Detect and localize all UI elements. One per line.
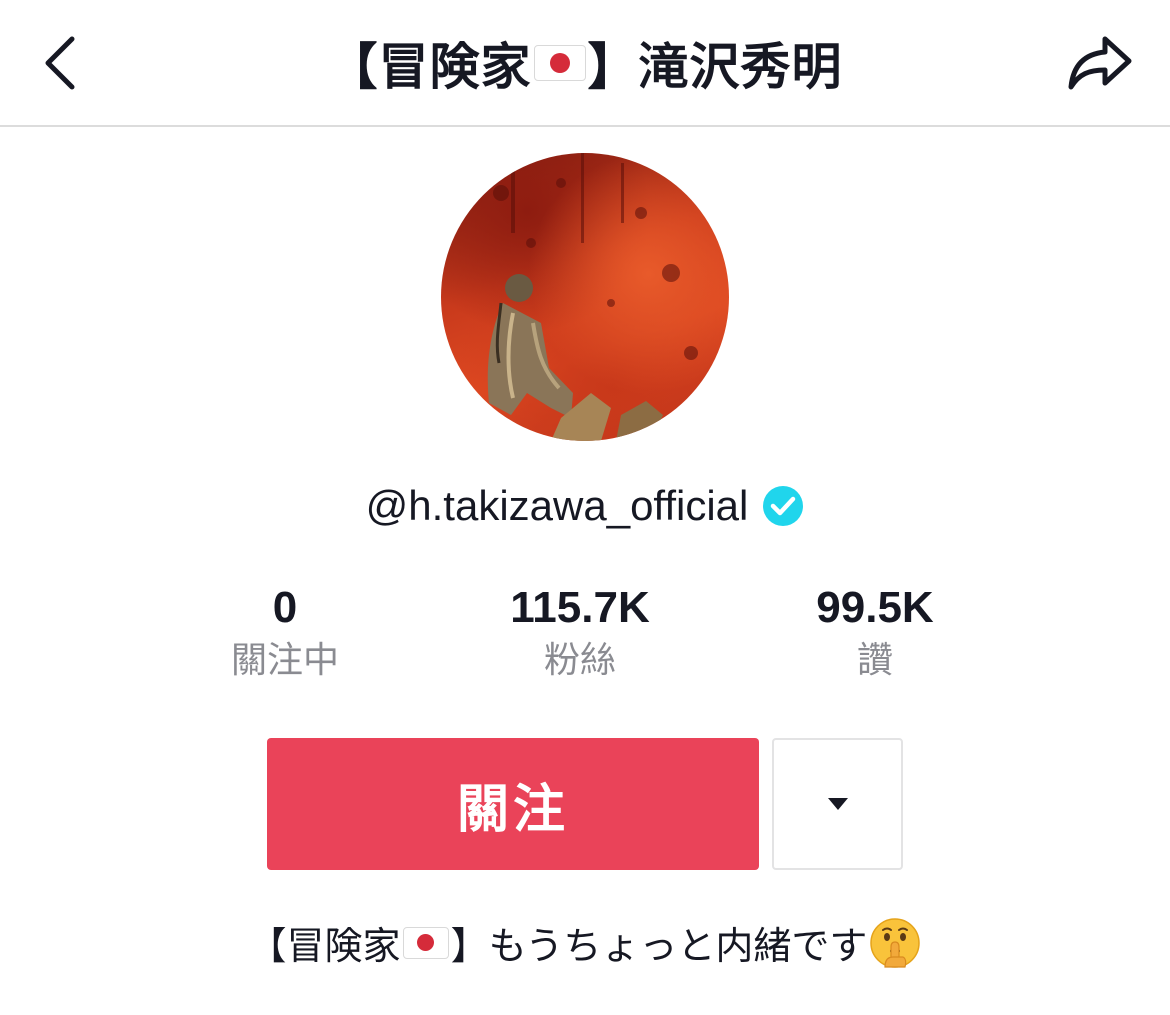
caret-down-icon	[827, 798, 848, 810]
chevron-left-icon	[45, 36, 75, 90]
avatar[interactable]	[441, 153, 729, 441]
japan-flag-icon	[402, 926, 449, 959]
stat-following[interactable]: 0 關注中	[135, 580, 435, 686]
back-button[interactable]	[30, 28, 90, 98]
shushing-face-icon	[870, 917, 921, 968]
username-row: @h.takizawa_official	[0, 476, 1170, 536]
stat-likes[interactable]: 99.5K 讚	[725, 580, 1025, 686]
page-title-prefix: 【冒険家	[327, 38, 532, 96]
japan-flag-icon	[533, 45, 586, 81]
stat-likes-label: 讚	[856, 640, 893, 681]
page-title-name: 】滝沢秀明	[587, 38, 843, 96]
follow-button[interactable]: 關注	[267, 738, 759, 870]
share-arrow-icon	[1068, 36, 1132, 90]
stat-followers-label: 粉絲	[543, 640, 616, 681]
stat-followers[interactable]: 115.7K 粉絲	[430, 580, 730, 686]
bio-prefix: 【冒険家	[248, 924, 401, 968]
page-title: 【冒険家 】滝沢秀明	[160, 28, 1010, 98]
suggested-accounts-dropdown-button[interactable]	[772, 738, 903, 870]
stat-followers-value: 115.7K	[510, 583, 650, 632]
stat-likes-value: 99.5K	[816, 583, 934, 632]
verified-badge-icon	[763, 486, 804, 526]
stat-following-value: 0	[272, 583, 298, 632]
stat-following-label: 關注中	[230, 640, 339, 681]
bio-text: 】もうちょっと内緒です	[450, 924, 868, 968]
avatar-image	[441, 153, 698, 441]
profile-bio: 【冒険家 】もうちょっと内緒です	[0, 905, 1170, 980]
share-button[interactable]	[1060, 28, 1140, 98]
top-navigation-bar: 【冒険家 】滝沢秀明	[0, 0, 1170, 127]
username: @h.takizawa_official	[365, 482, 749, 529]
